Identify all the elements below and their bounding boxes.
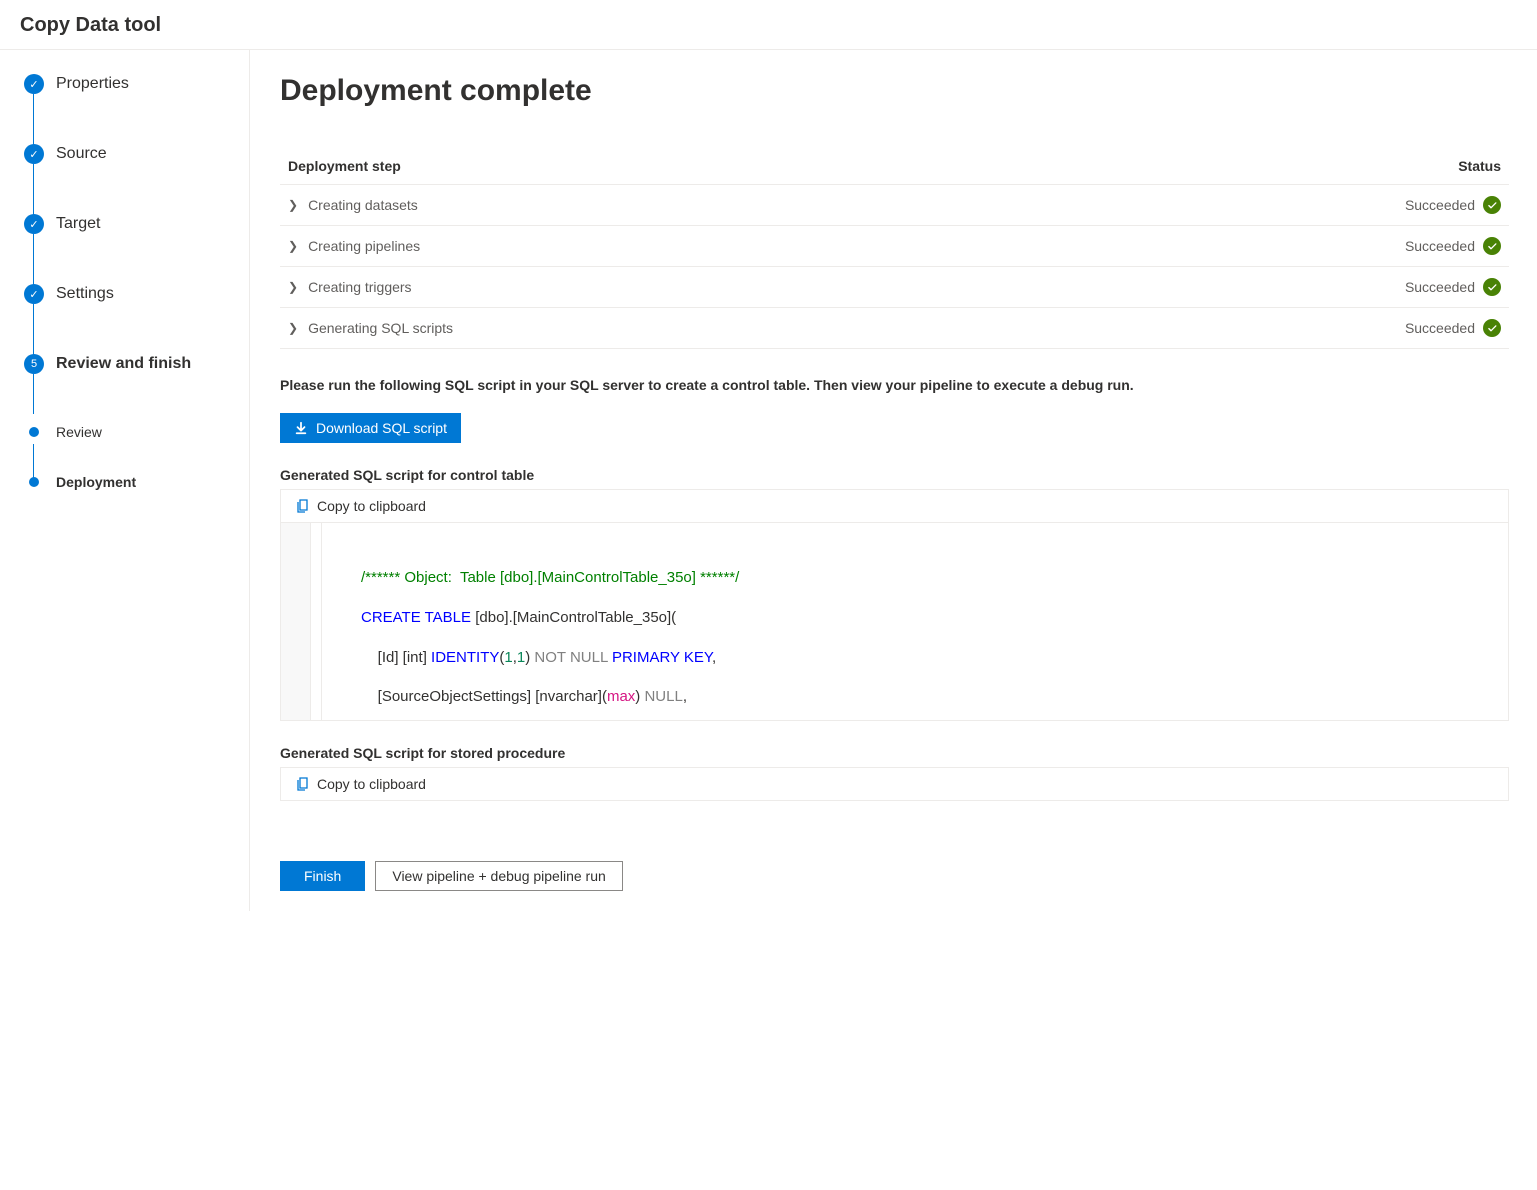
step-label: Review and finish [56, 355, 191, 373]
check-icon: ✓ [24, 144, 44, 164]
download-label: Download SQL script [316, 420, 447, 436]
code-text: NULL [644, 688, 682, 705]
stored-proc-label: Generated SQL script for stored procedur… [280, 745, 1509, 761]
code-text: , [683, 688, 687, 705]
chevron-right-icon: ❯ [288, 321, 298, 335]
step-target[interactable]: ✓ Target [24, 214, 239, 234]
chevron-right-icon: ❯ [288, 239, 298, 253]
code-text: 1 [504, 649, 512, 666]
step-review-and-finish[interactable]: 5 Review and finish [24, 354, 239, 374]
check-icon: ✓ [24, 74, 44, 94]
code-text: 1 [517, 649, 525, 666]
success-icon [1483, 237, 1501, 255]
row-left: ❯ Creating datasets [288, 197, 418, 213]
row-status: Succeeded [1405, 278, 1501, 296]
copy-label: Copy to clipboard [317, 498, 426, 514]
code-block-proc: Copy to clipboard [280, 767, 1509, 801]
code-text: PRIMARY KEY [612, 649, 712, 666]
code-text: [dbo].[MainControlTable_35o]( [471, 609, 676, 626]
instruction-text: Please run the following SQL script in y… [280, 377, 1509, 393]
dot-icon [29, 477, 39, 487]
step-deployment[interactable]: Deployment [24, 474, 239, 490]
success-icon [1483, 278, 1501, 296]
chevron-right-icon: ❯ [288, 198, 298, 212]
step-source[interactable]: ✓ Source [24, 144, 239, 164]
row-status: Succeeded [1405, 319, 1501, 337]
code-text: IDENTITY [431, 649, 499, 666]
step-label: Settings [56, 285, 114, 303]
code-text: CREATE TABLE [361, 609, 471, 626]
code-text: [SourceObjectSettings] [nvarchar]( [361, 688, 607, 705]
row-status: Succeeded [1405, 196, 1501, 214]
step-name: Creating pipelines [308, 238, 420, 254]
success-icon [1483, 196, 1501, 214]
code-text: [Id] [int] [361, 649, 431, 666]
step-label: Properties [56, 75, 129, 93]
main-layout: ✓ Properties ✓ Source ✓ Target ✓ Setting… [0, 50, 1537, 911]
heading: Deployment complete [280, 74, 1509, 108]
check-icon: ✓ [24, 214, 44, 234]
step-name: Creating triggers [308, 279, 412, 295]
copy-to-clipboard-button[interactable]: Copy to clipboard [281, 490, 1508, 522]
content: Deployment complete Deployment step Stat… [250, 50, 1537, 911]
step-settings[interactable]: ✓ Settings [24, 284, 239, 304]
copy-to-clipboard-button[interactable]: Copy to clipboard [281, 768, 1508, 800]
table-row[interactable]: ❯ Creating datasets Succeeded [280, 184, 1509, 225]
row-left: ❯ Generating SQL scripts [288, 320, 453, 336]
deployment-table: Deployment step Status ❯ Creating datase… [280, 154, 1509, 349]
wizard-sidebar: ✓ Properties ✓ Source ✓ Target ✓ Setting… [0, 50, 250, 911]
row-left: ❯ Creating triggers [288, 279, 412, 295]
step-list: ✓ Properties ✓ Source ✓ Target ✓ Setting… [24, 74, 239, 490]
control-table-label: Generated SQL script for control table [280, 467, 1509, 483]
code-text: NOT NULL [534, 649, 607, 666]
row-status: Succeeded [1405, 237, 1501, 255]
dot-icon [29, 427, 39, 437]
status-text: Succeeded [1405, 279, 1475, 295]
step-review[interactable]: Review [24, 424, 239, 440]
status-text: Succeeded [1405, 197, 1475, 213]
step-number-icon: 5 [24, 354, 44, 374]
table-row[interactable]: ❯ Generating SQL scripts Succeeded [280, 307, 1509, 349]
col-status: Status [1458, 158, 1501, 174]
download-sql-button[interactable]: Download SQL script [280, 413, 461, 443]
copy-label: Copy to clipboard [317, 776, 426, 792]
code-text: max [607, 688, 635, 705]
status-text: Succeeded [1405, 238, 1475, 254]
copy-icon [295, 498, 311, 514]
finish-button[interactable]: Finish [280, 861, 365, 891]
step-name: Generating SQL scripts [308, 320, 453, 336]
footer-buttons: Finish View pipeline + debug pipeline ru… [280, 861, 1509, 891]
code-content[interactable]: /****** Object: Table [dbo].[MainControl… [281, 522, 1508, 720]
table-row[interactable]: ❯ Creating triggers Succeeded [280, 266, 1509, 307]
copy-icon [295, 776, 311, 792]
status-text: Succeeded [1405, 320, 1475, 336]
page-title: Copy Data tool [0, 0, 1537, 50]
check-icon: ✓ [24, 284, 44, 304]
col-step: Deployment step [288, 158, 401, 174]
table-header: Deployment step Status [280, 154, 1509, 184]
code-text: /****** Object: Table [dbo].[MainControl… [361, 569, 739, 586]
step-label: Review [56, 424, 102, 440]
chevron-right-icon: ❯ [288, 280, 298, 294]
row-left: ❯ Creating pipelines [288, 238, 420, 254]
table-row[interactable]: ❯ Creating pipelines Succeeded [280, 225, 1509, 266]
download-icon [294, 421, 308, 435]
code-block-control: Copy to clipboard /****** Object: Table … [280, 489, 1509, 721]
success-icon [1483, 319, 1501, 337]
step-name: Creating datasets [308, 197, 418, 213]
step-properties[interactable]: ✓ Properties [24, 74, 239, 94]
step-label: Deployment [56, 474, 136, 490]
view-pipeline-debug-button[interactable]: View pipeline + debug pipeline run [375, 861, 622, 891]
step-label: Source [56, 145, 107, 163]
step-label: Target [56, 215, 100, 233]
code-text: , [712, 649, 716, 666]
